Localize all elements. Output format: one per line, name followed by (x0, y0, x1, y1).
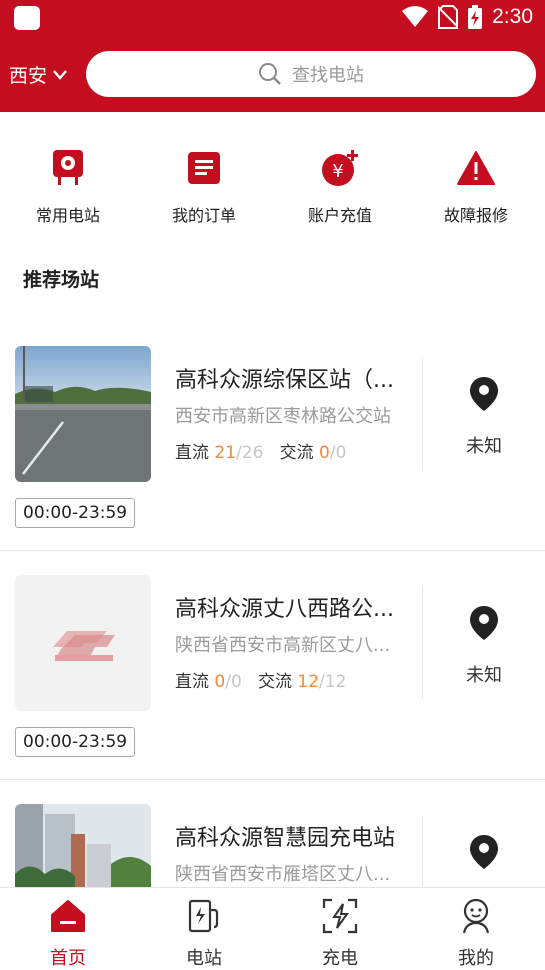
quick-action-label: 常用电站 (35, 206, 100, 225)
dc-available: 0 (214, 672, 226, 692)
tab-stations[interactable]: 电站 (136, 896, 272, 970)
dc-total: /26 (236, 443, 264, 463)
quick-action-fault-report[interactable]: 故障报修 (408, 148, 544, 226)
ac-total: /0 (329, 443, 347, 463)
station-address: 陕西省西安市高新区丈八... (175, 635, 391, 656)
ac-label: 交流 (258, 672, 292, 692)
home-icon (51, 900, 85, 932)
quick-action-favorite-stations[interactable]: 常用电站 (0, 148, 136, 226)
station-name: 高科众源丈八西路公... (175, 597, 394, 622)
charger-counts: 直流 0/0 交流 12/12 (175, 667, 346, 692)
svg-text:¥: ¥ (332, 161, 343, 182)
fault-warning-icon (457, 151, 495, 185)
quick-action-label: 账户充值 (307, 206, 372, 225)
location-pin-icon (470, 377, 498, 411)
tab-label: 我的 (458, 948, 494, 969)
tab-label: 充电 (322, 948, 358, 969)
profile-icon (462, 898, 490, 934)
tab-profile[interactable]: 我的 (408, 896, 544, 970)
row-divider (0, 779, 545, 780)
battery-charging-icon (468, 5, 483, 29)
opening-hours-badge: 00:00-23:59 (15, 727, 136, 757)
status-icons: 2:30 (402, 5, 533, 29)
search-placeholder: 查找电站 (292, 65, 364, 86)
charger-counts: 直流 21/26 交流 0/0 (175, 438, 346, 463)
dc-label: 直流 (175, 672, 209, 692)
charging-station-icon (188, 899, 219, 933)
card-divider (422, 816, 423, 896)
opening-hours-badge: 00:00-23:59 (15, 498, 136, 528)
favorite-station-icon (53, 150, 83, 185)
quick-actions: 常用电站 我的订单 ¥ 账户充值 故障报修 (0, 148, 545, 228)
charge-scan-icon (322, 898, 358, 934)
chevron-down-icon (53, 69, 67, 80)
search-input[interactable]: 查找电站 (86, 51, 536, 97)
quick-action-label: 我的订单 (171, 206, 236, 225)
quick-action-label: 故障报修 (443, 206, 508, 225)
ac-label: 交流 (279, 443, 314, 463)
card-divider (422, 587, 423, 699)
station-photo (15, 346, 151, 482)
navigate-button[interactable] (440, 834, 528, 874)
quick-action-my-orders[interactable]: 我的订单 (136, 148, 272, 226)
app-square-icon (14, 6, 40, 30)
station-photo-placeholder (15, 575, 151, 711)
wifi-icon (402, 6, 429, 27)
location-pin-icon (470, 606, 498, 640)
header: 西安 查找电站 (0, 36, 545, 112)
status-time: 2:30 (492, 5, 533, 28)
navigate-button[interactable]: 未知 (440, 605, 528, 687)
city-selector[interactable]: 西安 (9, 61, 67, 88)
status-bar: 2:30 (0, 0, 545, 36)
card-divider (422, 358, 423, 470)
dc-available: 21 (214, 443, 237, 463)
search-icon (259, 63, 281, 85)
tab-label: 电站 (186, 948, 222, 969)
location-pin-icon (470, 835, 498, 869)
recharge-icon: ¥ (322, 150, 358, 186)
tab-label: 首页 (50, 948, 86, 969)
ac-available: 12 (297, 672, 320, 692)
ac-available: 0 (319, 443, 330, 463)
ac-total: /12 (319, 672, 347, 692)
navigate-button[interactable]: 未知 (440, 376, 528, 458)
bottom-tab-bar: 首页 电站 充电 我的 (0, 887, 545, 970)
city-label: 西安 (9, 65, 48, 87)
section-title-recommended: 推荐场站 (23, 269, 100, 291)
row-divider (0, 550, 545, 551)
station-name: 高科众源综保区站（... (175, 368, 394, 393)
dc-label: 直流 (175, 443, 209, 463)
no-sim-icon (438, 5, 459, 29)
order-list-icon (188, 152, 220, 184)
tab-charge[interactable]: 充电 (272, 896, 408, 970)
station-address: 西安市高新区枣林路公交站 (175, 406, 391, 427)
station-name: 高科众源智慧园充电站 (175, 826, 396, 851)
quick-action-recharge[interactable]: ¥ 账户充值 (272, 148, 408, 226)
dc-total: /0 (225, 672, 242, 692)
distance-label: 未知 (466, 665, 502, 686)
station-address: 陕西省西安市雁塔区丈八... (175, 864, 391, 885)
distance-label: 未知 (466, 436, 502, 457)
tab-home[interactable]: 首页 (0, 896, 136, 970)
